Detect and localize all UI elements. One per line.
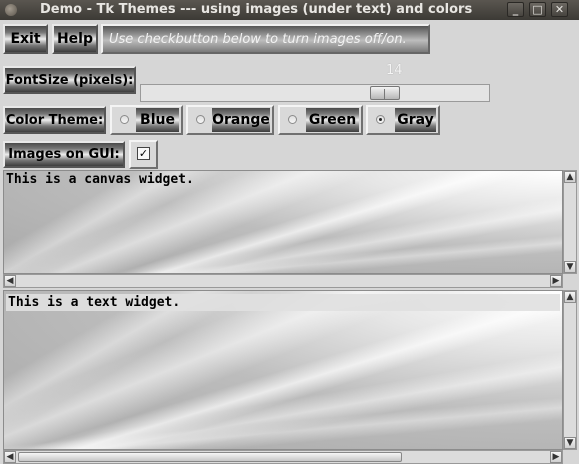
slider-grip-icon [384, 89, 385, 99]
scroll-right-arrow-icon[interactable]: ▶ [550, 451, 562, 463]
app-client-area: Exit Help Use checkbutton below to turn … [0, 20, 579, 464]
text-horizontal-scroll-thumb[interactable] [18, 452, 402, 462]
canvas-horizontal-scrollbar[interactable]: ◀ ▶ [3, 274, 563, 288]
hint-message: Use checkbutton below to turn images off… [101, 24, 430, 54]
theme-radio-green-label: Green [306, 108, 359, 132]
radio-indicator-icon [196, 115, 205, 124]
images-on-gui-label: Images on GUI: [3, 141, 125, 168]
scroll-down-arrow-icon[interactable]: ▼ [564, 437, 576, 449]
text-horizontal-scrollbar[interactable]: ◀ ▶ [3, 450, 563, 464]
scroll-up-arrow-icon[interactable]: ▲ [564, 171, 576, 183]
canvas-widget[interactable]: This is a canvas widget. [3, 170, 563, 274]
text-vertical-scrollbar[interactable]: ▲ ▼ [563, 290, 577, 450]
close-button[interactable]: ✕ [551, 2, 568, 17]
window-menu-icon[interactable] [5, 4, 17, 16]
theme-radio-gray[interactable]: Gray [366, 105, 440, 135]
fontsize-slider-handle[interactable] [370, 86, 400, 100]
window-title: Demo - Tk Themes --- using images (under… [40, 2, 473, 17]
canvas-vertical-scrollbar[interactable]: ▲ ▼ [563, 170, 577, 274]
color-theme-label: Color Theme: [3, 106, 106, 134]
radio-indicator-icon [288, 115, 297, 124]
help-button[interactable]: Help [52, 24, 98, 54]
canvas-text: This is a canvas widget. [6, 172, 194, 187]
scroll-down-arrow-icon[interactable]: ▼ [564, 261, 576, 273]
theme-radio-green[interactable]: Green [278, 105, 363, 135]
exit-button[interactable]: Exit [3, 24, 48, 54]
scroll-left-arrow-icon[interactable]: ◀ [4, 451, 16, 463]
theme-radio-orange-label: Orange [212, 108, 270, 132]
text-widget-line: This is a text widget. [6, 294, 560, 311]
theme-radio-gray-label: Gray [395, 108, 436, 132]
maximize-button[interactable]: □ [529, 2, 546, 17]
scroll-left-arrow-icon[interactable]: ◀ [4, 275, 16, 287]
theme-radio-orange[interactable]: Orange [186, 105, 274, 135]
fontsize-value: 14 [386, 63, 403, 78]
theme-radio-blue-label: Blue [136, 108, 179, 132]
fontsize-slider-trough[interactable] [140, 84, 490, 102]
minimize-button[interactable]: _ [507, 2, 524, 17]
images-toggle-checkbox[interactable]: ✓ [129, 140, 158, 169]
text-widget[interactable]: This is a text widget. [3, 290, 563, 450]
radio-indicator-icon [120, 115, 129, 124]
scroll-up-arrow-icon[interactable]: ▲ [564, 291, 576, 303]
theme-radio-blue[interactable]: Blue [110, 105, 183, 135]
scroll-right-arrow-icon[interactable]: ▶ [550, 275, 562, 287]
radio-indicator-selected-icon [376, 115, 385, 124]
fontsize-label: FontSize (pixels): [3, 66, 136, 94]
checkmark-icon: ✓ [137, 147, 150, 160]
title-bar: Demo - Tk Themes --- using images (under… [0, 0, 579, 20]
